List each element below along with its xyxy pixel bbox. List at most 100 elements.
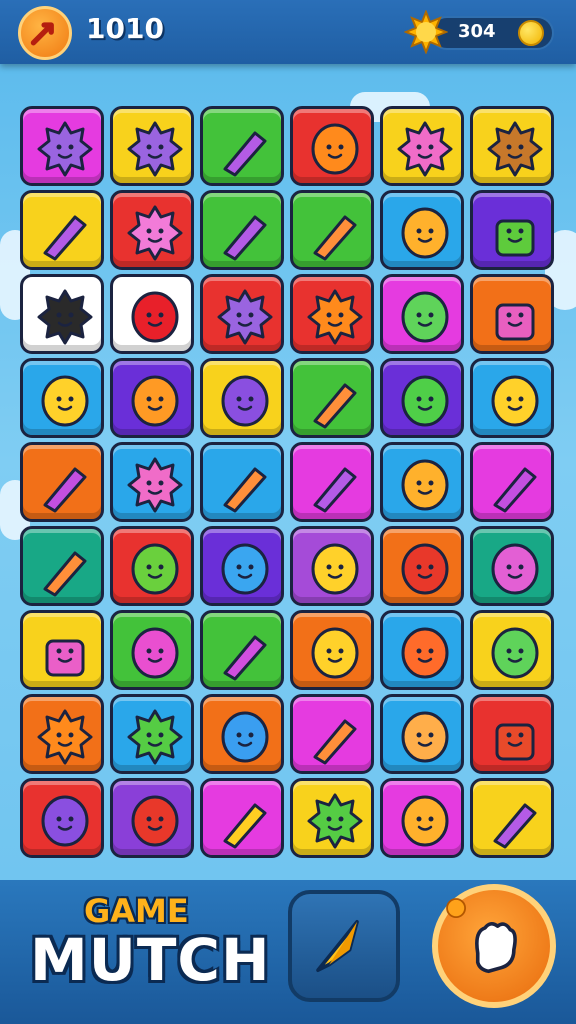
tile-yellow-plane[interactable]: [200, 778, 284, 858]
rocket-icon: [223, 467, 267, 513]
dart-icon: [316, 920, 359, 972]
lemon-icon: [311, 627, 359, 679]
tile-blue-bubble[interactable]: [200, 526, 284, 606]
purple-blob-icon: [217, 289, 273, 345]
red-ball-icon: [401, 543, 449, 595]
tile-pink-box[interactable]: [20, 610, 104, 690]
purple-ball-icon: [41, 795, 89, 847]
pink-blob-icon: [127, 457, 183, 513]
purple-blob-icon: [37, 121, 93, 177]
planet-icon: [493, 467, 537, 513]
green-cup-icon: [495, 219, 535, 257]
pink-box-icon: [45, 639, 85, 677]
red-ball-icon: [131, 795, 179, 847]
tile-red-ball[interactable]: [110, 778, 194, 858]
tile-pink-blob[interactable]: [110, 442, 194, 522]
tile-orange-balloon[interactable]: [380, 610, 464, 690]
pink-ball-icon: [491, 543, 539, 595]
dart-button[interactable]: [288, 890, 400, 1002]
tile-orange-sun[interactable]: [20, 694, 104, 774]
tile-purple-blob[interactable]: [200, 274, 284, 354]
purple-ball-icon: [221, 375, 269, 427]
tile-orange-sun[interactable]: [290, 274, 374, 354]
pencil-icon: [313, 467, 357, 513]
logo-game-text: GAME: [84, 892, 189, 930]
apple-icon: [131, 291, 179, 343]
tile-lemon[interactable]: [290, 526, 374, 606]
pink-blob-icon: [397, 121, 453, 177]
tile-black-blob[interactable]: [20, 274, 104, 354]
tile-red-pot[interactable]: [470, 694, 554, 774]
tile-red-ball[interactable]: [380, 526, 464, 606]
tile-apple[interactable]: [110, 274, 194, 354]
orange-drop-icon: [401, 711, 449, 763]
tile-green-cup[interactable]: [470, 190, 554, 270]
tile-green-blob[interactable]: [290, 778, 374, 858]
orange-ball-icon: [401, 795, 449, 847]
pencil-icon: [223, 215, 267, 261]
blue-bubble-icon: [221, 543, 269, 595]
coin-value: 304: [458, 21, 496, 42]
tile-orange-ball[interactable]: [380, 442, 464, 522]
green-balloon-icon: [401, 291, 449, 343]
tile-lemon[interactable]: [470, 358, 554, 438]
tile-orange-ball[interactable]: [380, 778, 464, 858]
orange-crab-icon: [131, 375, 179, 427]
tile-purple-blob[interactable]: [20, 106, 104, 186]
top-hud-bar: 1010 304: [0, 0, 576, 64]
planet-icon: [43, 467, 87, 513]
tile-green-balloon[interactable]: [380, 274, 464, 354]
green-blob-icon: [307, 793, 363, 849]
tile-green-leaf[interactable]: [110, 526, 194, 606]
tile-pink-fruit[interactable]: [110, 610, 194, 690]
tile-green-ball[interactable]: [380, 358, 464, 438]
tile-planet[interactable]: [470, 442, 554, 522]
tile-rocket[interactable]: [290, 190, 374, 270]
tile-pink-sun[interactable]: [110, 190, 194, 270]
green-blob-icon: [127, 709, 183, 765]
tile-pencil[interactable]: [200, 106, 284, 186]
tile-orange-crab[interactable]: [110, 358, 194, 438]
orange-fruit-icon: [311, 123, 359, 175]
tile-pencil[interactable]: [20, 190, 104, 270]
rocket-icon: [313, 215, 357, 261]
tile-lemon[interactable]: [20, 358, 104, 438]
orange-balloon-icon: [401, 627, 449, 679]
tile-brown-blob[interactable]: [470, 106, 554, 186]
tile-orange-ball[interactable]: [380, 190, 464, 270]
tile-lemon[interactable]: [290, 610, 374, 690]
logo-mutch-text: MUTCH: [30, 926, 271, 994]
brown-blob-icon: [487, 121, 543, 177]
tile-pink-ball[interactable]: [470, 526, 554, 606]
tile-orange-drop[interactable]: [380, 694, 464, 774]
tile-green-bubble[interactable]: [470, 610, 554, 690]
tile-popcorn[interactable]: [470, 274, 554, 354]
orange-sun-icon: [307, 289, 363, 345]
rocket-icon: [313, 383, 357, 429]
tile-pink-plane[interactable]: [200, 610, 284, 690]
tile-rocket[interactable]: [290, 694, 374, 774]
arrow-button[interactable]: [18, 6, 72, 60]
tile-green-blob[interactable]: [110, 694, 194, 774]
rocket-icon: [43, 551, 87, 597]
pencil-icon: [43, 215, 87, 261]
red-pot-icon: [495, 723, 535, 761]
tile-orange-fruit[interactable]: [290, 106, 374, 186]
tile-pencil[interactable]: [200, 190, 284, 270]
tile-rocket[interactable]: [200, 442, 284, 522]
hand-button[interactable]: [432, 884, 556, 1008]
arrow-icon: [30, 22, 54, 46]
pink-plane-icon: [223, 635, 267, 681]
tile-planet[interactable]: [20, 442, 104, 522]
tile-pencil[interactable]: [470, 778, 554, 858]
hand-icon: [446, 898, 517, 974]
tile-rocket[interactable]: [20, 526, 104, 606]
tile-pencil[interactable]: [290, 442, 374, 522]
tile-purple-ball[interactable]: [20, 778, 104, 858]
tile-purple-ball[interactable]: [200, 358, 284, 438]
orange-sun-icon: [37, 709, 93, 765]
tile-blue-drop[interactable]: [200, 694, 284, 774]
tile-purple-blob[interactable]: [110, 106, 194, 186]
tile-pink-blob[interactable]: [380, 106, 464, 186]
tile-rocket[interactable]: [290, 358, 374, 438]
